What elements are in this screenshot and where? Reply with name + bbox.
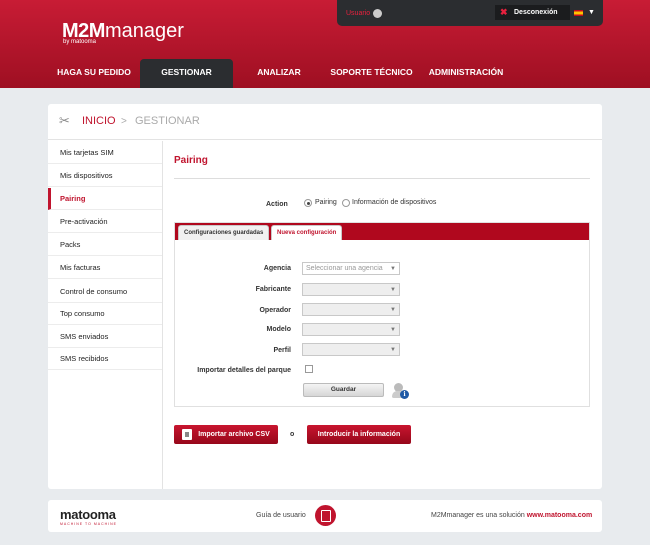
nav-item-support[interactable]: SOPORTE TÉCNICO (326, 59, 417, 88)
main-nav: HAGA SU PEDIDO GESTIONAR ANALIZAR SOPORT… (0, 59, 650, 88)
footer-tagline: MACHINE TO MACHINE (60, 522, 117, 526)
chevron-down-icon[interactable]: ▼ (588, 9, 595, 16)
enter-info-button[interactable]: Introducir la información (307, 425, 411, 444)
sidebar-item-consumption-control[interactable]: Control de consumo (48, 281, 162, 303)
profile-select[interactable]: ▼ (302, 343, 400, 356)
close-icon: ✖ (500, 7, 508, 17)
sidebar: Mis tarjetas SIM Mis dispositivos Pairin… (48, 141, 163, 489)
breadcrumb: ✂ INICIO > GESTIONAR (48, 104, 602, 140)
chevron-down-icon: ▼ (390, 287, 396, 293)
chevron-down-icon: ▼ (390, 347, 396, 353)
nav-item-admin[interactable]: ADMINISTRACIÓN (424, 59, 508, 88)
save-disk-icon (182, 429, 192, 440)
footer: matooma MACHINE TO MACHINE Guía de usuar… (48, 500, 602, 532)
footer-logo[interactable]: matooma (60, 507, 116, 522)
tab-saved-configs[interactable]: Configuraciones guardadas (178, 225, 270, 240)
app-logo[interactable]: M2Mmanager by matooma (62, 20, 184, 45)
main-panel: ✂ INICIO > GESTIONAR Mis tarjetas SIM Mi… (48, 104, 602, 489)
sidebar-item-devices[interactable]: Mis dispositivos (48, 165, 162, 187)
sidebar-item-sms-received[interactable]: SMS recibidos (48, 348, 162, 370)
breadcrumb-home[interactable]: INICIO (82, 115, 116, 127)
save-button[interactable]: Guardar (303, 383, 384, 397)
sidebar-item-pre-activation[interactable]: Pre-activación (48, 211, 162, 233)
user-name[interactable]: Usuario (346, 10, 370, 17)
nav-item-manage[interactable]: GESTIONAR (140, 59, 233, 88)
model-label: Modelo (266, 326, 292, 333)
import-csv-button[interactable]: Importar archivo CSV (174, 425, 278, 444)
agency-select[interactable]: Seleccionar una agencia ▼ (302, 262, 400, 275)
user-icon[interactable] (373, 9, 382, 18)
breadcrumb-current: GESTIONAR (135, 115, 200, 127)
spain-flag-icon[interactable] (574, 10, 583, 16)
tab-strip: Configuraciones guardadas Nueva configur… (175, 223, 589, 240)
operator-label: Operador (259, 307, 291, 314)
footer-solution: M2Mmanager es una solución www.matooma.c… (431, 512, 592, 519)
info-icon: i (400, 390, 409, 399)
manufacturer-select[interactable]: ▼ (302, 283, 400, 296)
logout-label: Desconexión (514, 9, 558, 16)
sidebar-item-sim-cards[interactable]: Mis tarjetas SIM (48, 142, 162, 164)
logo-rest: manager (104, 20, 184, 42)
profile-label: Perfil (273, 347, 291, 354)
user-help-icon[interactable]: i (392, 383, 409, 399)
top-header: M2Mmanager by matooma Usuario ✖ Desconex… (0, 0, 650, 88)
sidebar-item-pairing[interactable]: Pairing (48, 188, 162, 210)
tools-icon: ✂ (59, 113, 70, 128)
sidebar-item-packs[interactable]: Packs (48, 234, 162, 256)
sidebar-item-invoices[interactable]: Mis facturas (48, 257, 162, 279)
import-csv-label: Importar archivo CSV (198, 431, 270, 438)
solution-text: M2Mmanager es una solución (431, 512, 527, 519)
sidebar-item-sms-sent[interactable]: SMS enviados (48, 326, 162, 348)
breadcrumb-separator: > (121, 116, 127, 127)
sidebar-item-top-consumption[interactable]: Top consumo (48, 303, 162, 325)
model-select[interactable]: ▼ (302, 323, 400, 336)
config-tabs: Configuraciones guardadas Nueva configur… (174, 222, 590, 407)
tab-new-config[interactable]: Nueva configuración (271, 225, 343, 240)
radio-pairing-label[interactable]: Pairing (315, 199, 337, 206)
logo-by: by matooma (63, 39, 97, 45)
radio-device-info-label[interactable]: Información de dispositivos (352, 199, 436, 206)
action-label: Action (266, 201, 288, 208)
user-guide-icon[interactable] (315, 505, 336, 526)
operator-select[interactable]: ▼ (302, 303, 400, 316)
logout-button[interactable]: ✖ Desconexión (495, 5, 570, 20)
radio-pairing[interactable] (304, 199, 312, 207)
user-guide-link[interactable]: Guía de usuario (256, 512, 306, 519)
user-bar: Usuario ✖ Desconexión ▼ (337, 0, 603, 26)
import-details-checkbox[interactable] (305, 365, 313, 373)
chevron-down-icon: ▼ (390, 266, 396, 272)
nav-item-analyze[interactable]: ANALIZAR (246, 59, 312, 88)
page-title: Pairing (174, 155, 208, 166)
manufacturer-label: Fabricante (255, 286, 291, 293)
matooma-link[interactable]: www.matooma.com (527, 512, 592, 519)
or-text: o (290, 431, 295, 438)
radio-device-info[interactable] (342, 199, 350, 207)
nav-item-order[interactable]: HAGA SU PEDIDO (50, 59, 138, 88)
title-divider (174, 178, 590, 179)
agency-placeholder: Seleccionar una agencia (306, 265, 383, 272)
chevron-down-icon: ▼ (390, 307, 396, 313)
import-details-label: Importar detalles del parque (197, 367, 291, 374)
chevron-down-icon: ▼ (390, 327, 396, 333)
agency-label: Agencia (263, 265, 291, 272)
